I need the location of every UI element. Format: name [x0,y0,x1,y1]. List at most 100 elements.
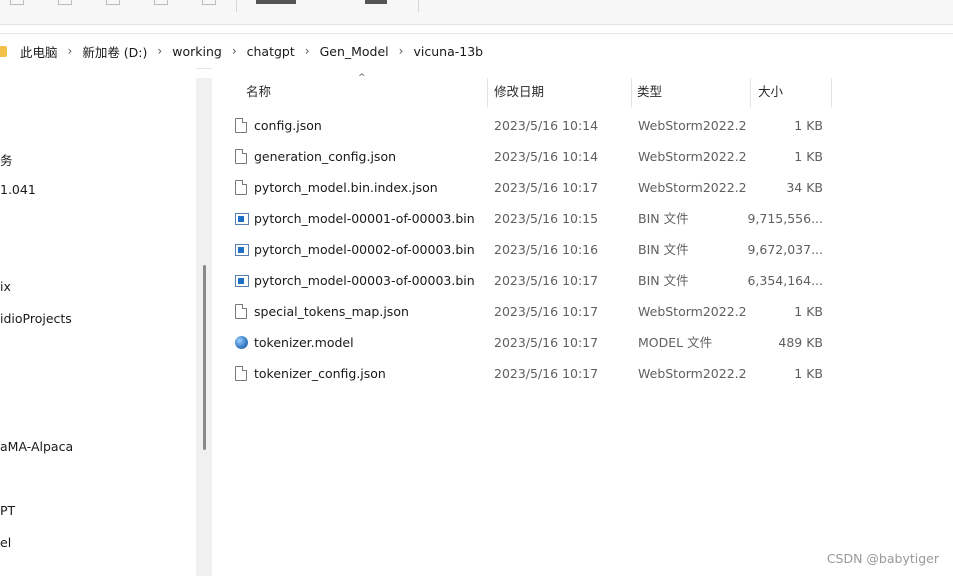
json-file-icon [235,180,247,195]
nav-item[interactable]: 1.041 [0,182,36,197]
nav-item[interactable]: aMA-Alpaca [0,439,73,454]
file-size: 1 KB [794,304,823,319]
file-name: generation_config.json [254,149,397,164]
toolbar-icon[interactable] [202,0,216,5]
json-file-icon [235,366,247,381]
toolbar-separator [418,0,419,12]
file-type: WebStorm2022.2 [638,180,747,195]
column-label: 类型 [637,84,663,99]
toolbar-icon[interactable] [154,0,168,5]
file-type: MODEL 文件 [638,335,713,350]
chevron-right-icon[interactable]: › [232,44,237,58]
file-date: 2023/5/16 10:14 [494,118,599,133]
file-list: ^ 名称 修改日期 类型 大小 config.json 2023/5/16 10… [212,68,953,576]
file-type: WebStorm2022.2 [638,304,747,319]
breadcrumb-vicuna-13b[interactable]: vicuna-13b [413,44,483,59]
file-name: special_tokens_map.json [254,304,409,319]
toolbar-separator [236,0,237,12]
bin-file-icon [235,244,249,256]
file-name: tokenizer.model [254,335,354,350]
file-row[interactable]: pytorch_model.bin.index.json 2023/5/16 1… [212,172,953,203]
watermark: CSDN @babytiger [826,551,939,566]
file-size: 1 KB [794,149,823,164]
nav-item[interactable]: ix [0,279,11,294]
json-file-icon [235,304,247,319]
ribbon-toolbar [0,0,953,25]
model-file-icon [235,336,248,349]
column-divider[interactable] [487,78,488,108]
file-type: WebStorm2022.2 [638,366,747,381]
chevron-right-icon[interactable]: › [157,44,162,58]
breadcrumb-working[interactable]: working [172,44,222,59]
chevron-right-icon[interactable]: › [305,44,310,58]
chevron-right-icon[interactable]: › [399,44,404,58]
file-date: 2023/5/16 10:15 [494,211,599,226]
file-date: 2023/5/16 10:16 [494,242,599,257]
file-size: 9,715,556... [747,211,823,226]
file-row[interactable]: special_tokens_map.json 2023/5/16 10:17 … [212,296,953,327]
file-size: 489 KB [778,335,823,350]
breadcrumb-chatgpt[interactable]: chatgpt [247,44,295,59]
file-name: tokenizer_config.json [254,366,386,381]
file-type: BIN 文件 [638,273,689,288]
file-name: pytorch_model-00002-of-00003.bin [254,242,475,257]
column-header-size[interactable]: 大小 [758,78,828,106]
column-label: 大小 [758,84,784,99]
file-size: 6,354,164... [747,273,823,288]
file-size: 34 KB [786,180,823,195]
column-divider[interactable] [631,78,632,108]
column-label: 修改日期 [494,84,545,99]
column-header-type[interactable]: 类型 [637,78,747,106]
sort-button[interactable] [256,0,296,4]
column-divider[interactable] [750,78,751,108]
file-date: 2023/5/16 10:17 [494,335,599,350]
navigation-pane: 务 1.041 ix idioProjects aMA-Alpaca PT el [0,68,196,576]
column-label: 名称 [246,84,272,99]
toolbar-icon[interactable] [10,0,24,5]
nav-item[interactable]: el [0,535,11,550]
file-size: 1 KB [794,118,823,133]
folder-icon [0,45,7,57]
file-row[interactable]: tokenizer_config.json 2023/5/16 10:17 We… [212,358,953,389]
nav-item[interactable]: PT [0,503,15,518]
view-button[interactable] [365,0,387,4]
json-file-icon [235,149,247,164]
file-type: BIN 文件 [638,242,689,257]
file-row[interactable]: generation_config.json 2023/5/16 10:14 W… [212,141,953,172]
file-date: 2023/5/16 10:17 [494,304,599,319]
file-type: WebStorm2022.2 [638,149,747,164]
file-date: 2023/5/16 10:14 [494,149,599,164]
toolbar-icon[interactable] [106,0,120,5]
breadcrumb-drive-d[interactable]: 新加卷 (D:) [82,42,147,61]
chevron-right-icon[interactable]: › [68,44,73,58]
file-date: 2023/5/16 10:17 [494,366,599,381]
file-date: 2023/5/16 10:17 [494,180,599,195]
file-row[interactable]: pytorch_model-00002-of-00003.bin 2023/5/… [212,234,953,265]
nav-item[interactable]: 务 [0,150,13,169]
column-header-name[interactable]: 名称 [246,78,486,106]
column-header-date[interactable]: 修改日期 [494,78,629,106]
address-bar[interactable]: 此电脑 › 新加卷 (D:) › working › chatgpt › Gen… [0,33,953,69]
file-row[interactable]: pytorch_model-00001-of-00003.bin 2023/5/… [212,203,953,234]
nav-item[interactable]: idioProjects [0,311,72,326]
bin-file-icon [235,275,249,287]
toolbar-icon[interactable] [58,0,72,5]
breadcrumb: 此电脑 › 新加卷 (D:) › working › chatgpt › Gen… [0,34,483,68]
json-file-icon [235,118,247,133]
file-name: pytorch_model.bin.index.json [254,180,438,195]
file-date: 2023/5/16 10:17 [494,273,599,288]
nav-scrollbar-thumb[interactable] [203,265,206,450]
file-size: 1 KB [794,366,823,381]
file-name: pytorch_model-00001-of-00003.bin [254,211,475,226]
file-name: config.json [254,118,322,133]
file-row[interactable]: config.json 2023/5/16 10:14 WebStorm2022… [212,110,953,141]
column-divider[interactable] [831,78,832,108]
file-row[interactable]: pytorch_model-00003-of-00003.bin 2023/5/… [212,265,953,296]
breadcrumb-this-pc[interactable]: 此电脑 [20,42,58,61]
file-type: WebStorm2022.2 [638,118,747,133]
file-row[interactable]: tokenizer.model 2023/5/16 10:17 MODEL 文件… [212,327,953,358]
file-type: BIN 文件 [638,211,689,226]
bin-file-icon [235,213,249,225]
breadcrumb-gen-model[interactable]: Gen_Model [320,44,389,59]
file-size: 9,672,037... [747,242,823,257]
